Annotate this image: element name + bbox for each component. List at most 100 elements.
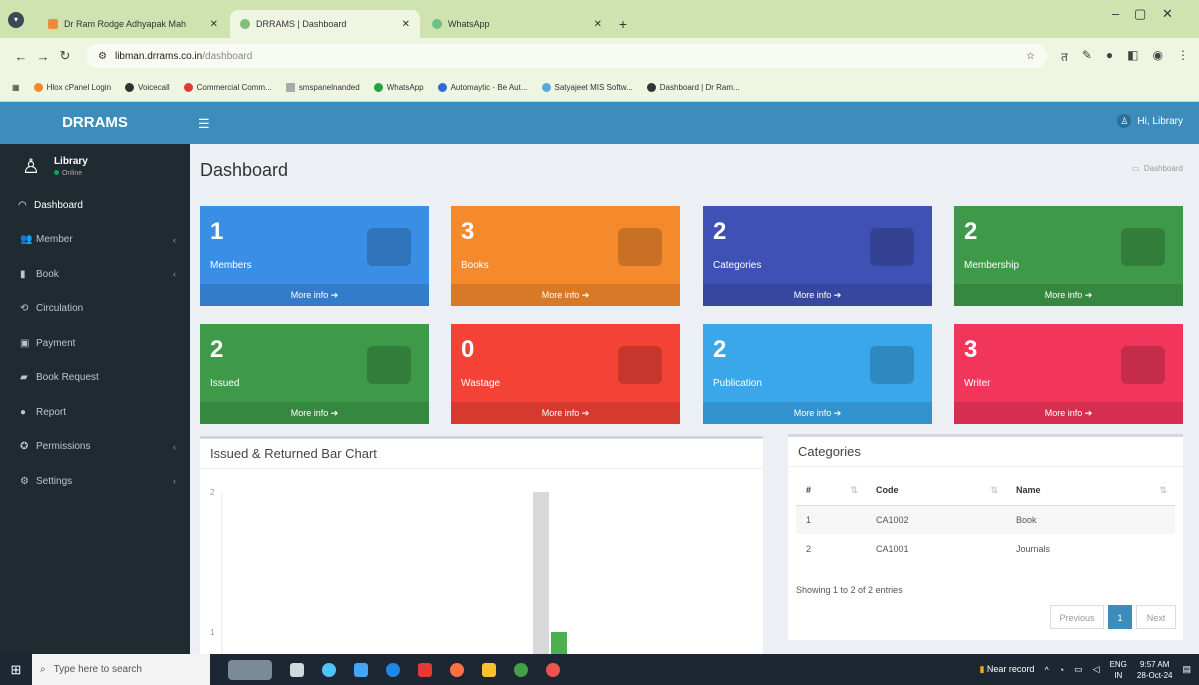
table-row[interactable]: 2 CA1001 Journals [796, 534, 1175, 563]
extension-icon[interactable]: ● [1106, 48, 1113, 65]
chrome-icon[interactable] [514, 662, 528, 677]
bookmark-item[interactable]: Satyajeet MIS Softw... [541, 83, 633, 93]
stat-label: Issued [210, 378, 240, 389]
tab-search-icon[interactable]: ▾ [8, 12, 24, 28]
bookmark-icon [646, 83, 656, 93]
column-header-number[interactable]: # ⇅ [796, 477, 866, 506]
profile-icon[interactable]: ◉ [1153, 48, 1163, 65]
breadcrumb[interactable]: ▭ Dashboard [1132, 164, 1183, 173]
window-close-icon[interactable]: ✕ [1162, 6, 1173, 22]
stat-value: 2 [713, 218, 727, 245]
copilot-icon[interactable] [322, 662, 336, 677]
forward-icon[interactable]: → [32, 49, 54, 64]
sidebar-item-settings[interactable]: ⚙ Settings ‹ [0, 464, 190, 499]
bookmark-item[interactable]: Hlox cPanel Login [33, 83, 111, 93]
network-icon[interactable]: ◔ [1059, 665, 1064, 675]
minimize-icon[interactable]: – [1112, 6, 1119, 21]
chevron-left-icon: ‹ [173, 234, 176, 245]
battery-icon[interactable]: ▭ [1074, 664, 1083, 675]
sidebar-item-book[interactable]: ▮ Book ‹ [0, 257, 190, 292]
edge-icon[interactable] [386, 662, 400, 677]
clock[interactable]: 9:57 AM 28-Oct-24 [1137, 659, 1173, 681]
permissions-icon: ✪ [20, 441, 29, 453]
sidebar-item-member[interactable]: 👥 Member ‹ [0, 223, 190, 258]
news-widget-icon[interactable] [228, 659, 272, 680]
bookmark-icon [183, 83, 193, 93]
close-icon[interactable]: ✕ [402, 19, 410, 30]
close-icon[interactable]: ✕ [594, 19, 602, 30]
user-icon: ♙ [22, 155, 40, 178]
next-page-button[interactable]: Next [1136, 605, 1176, 629]
bar-series-1[interactable] [533, 492, 549, 657]
browser-tab-title: DRRAMS | Dashboard [256, 19, 347, 29]
sidebar-item-report[interactable]: ● Report [0, 395, 190, 430]
sidebar-item-circulation[interactable]: ⟲ Circulation [0, 292, 190, 327]
apps-grid-icon[interactable]: ▦ [12, 83, 20, 92]
taskbar-search-input[interactable]: ⌕ Type here to search [32, 654, 210, 685]
app-icon[interactable] [418, 662, 432, 677]
volume-icon[interactable]: ◁ [1093, 664, 1100, 675]
more-info-link[interactable]: More info ➔ [954, 284, 1183, 306]
stat-value: 3 [964, 336, 978, 363]
more-info-link[interactable]: More info ➔ [200, 284, 429, 306]
star-icon[interactable]: ☆ [1026, 51, 1035, 62]
url-bar[interactable]: ⚙ libman.drrams.co.in/dashboard ☆ [86, 44, 1048, 68]
more-info-link[interactable]: More info ➔ [451, 284, 680, 306]
chevron-left-icon: ‹ [173, 441, 176, 452]
previous-page-button[interactable]: Previous [1050, 605, 1104, 629]
task-view-icon[interactable] [290, 662, 304, 677]
chrome-icon[interactable] [546, 662, 560, 677]
near-record-widget[interactable]: ▮ Near record [979, 664, 1034, 675]
more-info-link[interactable]: More info ➔ [200, 402, 429, 424]
user-menu[interactable]: ♙ Hi, Library [1117, 114, 1183, 128]
bookmark-item[interactable]: Commercial Comm... [183, 83, 272, 93]
menu-toggle-icon[interactable]: ☰ [198, 116, 210, 132]
browser-tab[interactable]: WhatsApp ✕ [422, 10, 612, 38]
chart-icon: ▮ [979, 664, 985, 674]
bookmark-item[interactable]: Dashboard | Dr Ram... [646, 83, 740, 93]
close-icon[interactable]: ✕ [210, 19, 218, 30]
extensions-puzzle-icon[interactable]: ◧ [1127, 48, 1138, 65]
url-host: libman.drrams.co.in [114, 50, 203, 62]
stat-label: Membership [964, 260, 1020, 271]
sidebar-item-payment[interactable]: ▣ Payment [0, 326, 190, 361]
search-icon: ⌕ [40, 664, 46, 675]
sidebar-item-book-request[interactable]: ▰ Book Request [0, 361, 190, 396]
column-header-name[interactable]: Name ⇅ [1006, 477, 1175, 506]
bookmark-item[interactable]: smspanelnanded [285, 83, 360, 93]
bookmark-item[interactable]: WhatsApp [373, 83, 424, 93]
sidebar-item-dashboard[interactable]: ◠ Dashboard [0, 188, 190, 223]
browser-tab-active[interactable]: DRRAMS | Dashboard ✕ [230, 10, 420, 38]
menu-dots-icon[interactable]: ⋮ [1177, 48, 1189, 65]
file-explorer-icon[interactable] [482, 662, 496, 677]
bookmark-icon [285, 83, 295, 93]
page-1-button[interactable]: 1 [1108, 605, 1132, 629]
table-row[interactable]: 1 CA1002 Book [796, 505, 1175, 534]
pie-chart-icon [1121, 346, 1165, 384]
more-info-link[interactable]: More info ➔ [954, 402, 1183, 424]
chevron-up-icon[interactable]: ^ [1044, 665, 1048, 675]
translate-icon[interactable]: त [1061, 48, 1068, 65]
notification-icon[interactable]: ▤ [1182, 664, 1191, 675]
reload-icon[interactable]: ↻ [54, 48, 76, 64]
app-logo[interactable]: DRRAMS [0, 102, 190, 144]
browser-tab[interactable]: Dr Ram Rodge Adhyapak Mah ✕ [38, 10, 228, 38]
new-tab-button[interactable]: + [612, 10, 634, 38]
windows-start-icon[interactable]: ⊞ [0, 662, 32, 678]
back-icon[interactable]: ← [10, 49, 32, 64]
app-icon[interactable] [354, 662, 368, 677]
more-info-link[interactable]: More info ➔ [451, 402, 680, 424]
more-info-text: More info [1044, 290, 1083, 300]
maximize-icon[interactable]: ▢ [1134, 6, 1146, 22]
firefox-icon[interactable] [450, 662, 464, 677]
site-info-icon[interactable]: ⚙ [98, 51, 107, 62]
language-indicator[interactable]: ENG IN [1110, 659, 1127, 681]
more-info-link[interactable]: More info ➔ [703, 402, 932, 424]
browser-tab-title: WhatsApp [448, 19, 490, 29]
more-info-link[interactable]: More info ➔ [703, 284, 932, 306]
extension-icon[interactable]: ✎ [1082, 48, 1092, 65]
column-header-code[interactable]: Code ⇅ [866, 477, 1006, 506]
bookmark-item[interactable]: Voicecall [125, 83, 170, 93]
sidebar-item-permissions[interactable]: ✪ Permissions ‹ [0, 430, 190, 465]
bookmark-item[interactable]: Automaytic - Be Aut... [437, 83, 528, 93]
